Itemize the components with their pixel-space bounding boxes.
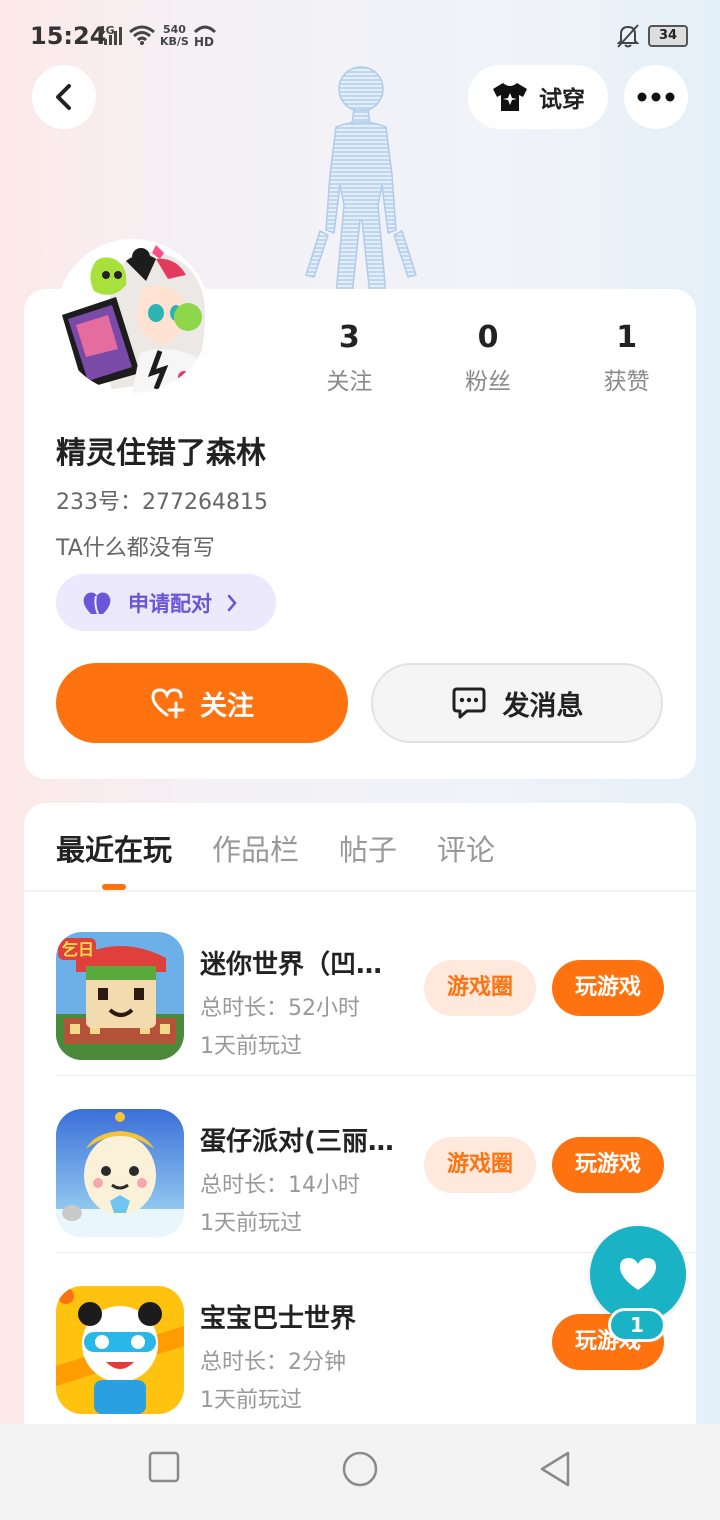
likes-label: 获赞 xyxy=(603,369,650,395)
following-count: 3 xyxy=(338,320,360,355)
battery-indicator: 34 xyxy=(648,25,688,47)
game-last-played: 1天前玩过 xyxy=(200,1388,302,1413)
tabs-divider xyxy=(24,890,696,892)
username: 精灵住错了森林 xyxy=(56,436,266,471)
hd-call-icon: HD xyxy=(193,25,217,48)
game-row[interactable]: 蛋仔派对(三丽… 总时长：14小时 1天前玩过 游戏圈 玩游戏 xyxy=(56,1077,696,1253)
game-icon-babybus-world xyxy=(56,1286,184,1414)
apply-pair-label: 申请配对 xyxy=(128,591,212,616)
chevron-right-icon xyxy=(227,594,237,611)
game-last-played: 1天前玩过 xyxy=(200,1211,302,1236)
game-duration: 总时长：2分钟 xyxy=(200,1350,346,1375)
avatar-hologram-figure xyxy=(305,66,417,295)
tshirt-icon xyxy=(493,83,527,111)
heart-plus-icon xyxy=(151,688,185,719)
stat-following[interactable]: 3 关注 xyxy=(280,318,419,398)
back-arrow-icon xyxy=(56,84,71,110)
game-duration: 总时长：52小时 xyxy=(200,996,360,1021)
fans-label: 粉丝 xyxy=(465,369,511,395)
svg-text:乞日: 乞日 xyxy=(62,940,94,959)
user-id: 233号：277264815 xyxy=(56,490,268,515)
speed-unit: KB/S xyxy=(160,35,189,48)
chat-bubble-icon xyxy=(452,687,485,719)
hd-text: HD xyxy=(194,35,214,48)
send-message-button[interactable]: 发消息 xyxy=(371,663,663,743)
stat-likes[interactable]: 1 获赞 xyxy=(557,318,696,398)
more-button[interactable] xyxy=(624,65,688,129)
play-game-button[interactable]: 玩游戏 xyxy=(552,1137,664,1193)
try-on-label: 试穿 xyxy=(539,87,585,113)
avatar-illustration xyxy=(56,239,210,393)
game-duration: 总时长：14小时 xyxy=(200,1173,360,1198)
tab-recent-games[interactable]: 最近在玩 xyxy=(56,828,172,872)
profile-tabs: 最近在玩 作品栏 帖子 评论 xyxy=(56,828,495,872)
game-last-played: 1天前玩过 xyxy=(200,1034,302,1059)
more-dots-icon xyxy=(637,92,675,102)
tab-posts[interactable]: 帖子 xyxy=(339,828,397,872)
tab-comments[interactable]: 评论 xyxy=(437,828,495,872)
avatar[interactable] xyxy=(56,239,210,393)
wifi-icon xyxy=(129,25,155,45)
heart-icon xyxy=(620,1258,656,1290)
follow-button[interactable]: 关注 xyxy=(56,663,348,743)
likes-count: 1 xyxy=(616,320,638,355)
game-circle-button[interactable]: 游戏圈 xyxy=(424,1137,536,1193)
game-icon-mini-world: 乞日 xyxy=(56,932,184,1060)
game-circle-button[interactable]: 游戏圈 xyxy=(424,960,536,1016)
play-game-button[interactable]: 玩游戏 xyxy=(552,960,664,1016)
mute-bell-icon xyxy=(616,24,640,48)
network-speed: 540 KB/S xyxy=(160,24,189,48)
try-on-button[interactable]: 试穿 xyxy=(468,65,608,129)
game-row[interactable]: 乞日 迷你世界（凹… 总时长：52小时 1天前玩过 游戏圈 玩游戏 xyxy=(56,900,696,1076)
game-title: 宝宝巴士世界 xyxy=(200,1304,357,1334)
game-title: 蛋仔派对(三丽… xyxy=(200,1127,394,1157)
square-nav-icon[interactable] xyxy=(148,1450,180,1484)
game-icon-eggy-party xyxy=(56,1109,184,1237)
stat-fans[interactable]: 0 粉丝 xyxy=(419,318,558,398)
profile-stats: 3 关注 0 粉丝 1 获赞 xyxy=(280,318,696,398)
status-time: 15:24 xyxy=(30,22,107,50)
tab-works[interactable]: 作品栏 xyxy=(212,828,299,872)
game-title: 迷你世界（凹… xyxy=(200,950,383,980)
send-message-label: 发消息 xyxy=(502,690,584,722)
system-nav-bar xyxy=(0,1424,720,1520)
fans-count: 0 xyxy=(477,320,499,355)
following-label: 关注 xyxy=(326,369,373,395)
triangle-back-nav-icon[interactable] xyxy=(538,1450,572,1488)
back-button[interactable] xyxy=(32,65,96,129)
apply-pair-button[interactable]: 申请配对 xyxy=(56,574,276,631)
follow-label: 关注 xyxy=(200,690,254,722)
heart-purple-icon xyxy=(83,592,111,614)
like-count-badge: 1 xyxy=(608,1308,666,1342)
signal-icon xyxy=(104,27,122,45)
circle-nav-icon[interactable] xyxy=(341,1450,379,1488)
bio: TA什么都没有写 xyxy=(56,536,215,561)
